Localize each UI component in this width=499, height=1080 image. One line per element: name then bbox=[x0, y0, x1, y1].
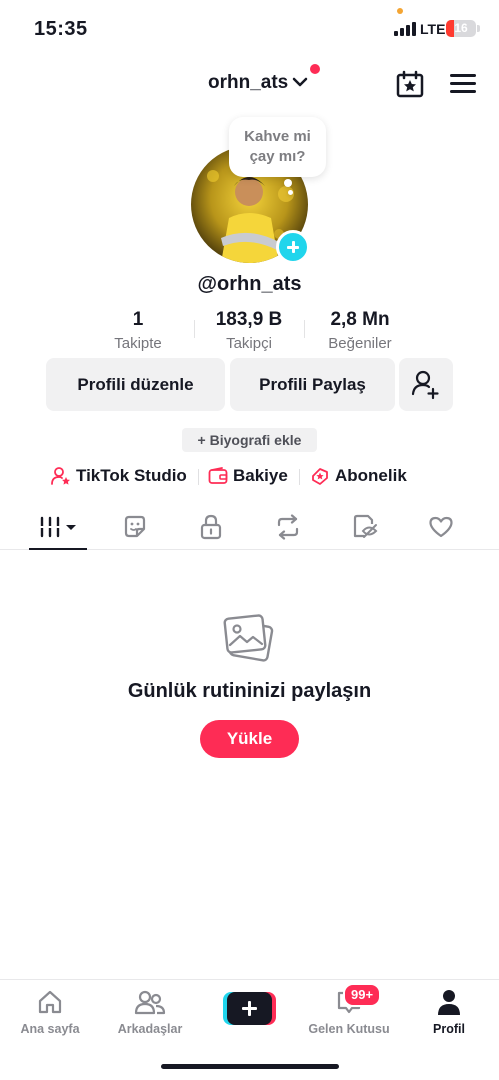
empty-state-title: Günlük rutininizi paylaşın bbox=[127, 680, 372, 702]
stat-value: 1 bbox=[132, 309, 144, 330]
nav-label: Gelen Kutusu bbox=[308, 1022, 390, 1036]
privacy-indicator-dot bbox=[397, 8, 403, 14]
add-friend-button[interactable] bbox=[399, 358, 453, 411]
account-switcher[interactable]: orhn_ats bbox=[208, 72, 288, 94]
stat-label: Takipte bbox=[114, 335, 162, 352]
person-star-icon bbox=[51, 467, 70, 485]
battery-icon: 16 bbox=[446, 20, 476, 37]
tab-active-indicator bbox=[29, 548, 87, 550]
tab-reposts[interactable] bbox=[259, 505, 317, 549]
stat-followers[interactable]: 183,9 B Takipçi bbox=[200, 309, 298, 352]
profile-tabs bbox=[0, 505, 499, 550]
link-label: Abonelik bbox=[335, 466, 407, 485]
stat-following[interactable]: 1 Takipte bbox=[98, 309, 178, 352]
subscription-icon bbox=[312, 468, 328, 485]
tab-liked[interactable] bbox=[412, 505, 470, 549]
link-separator bbox=[299, 469, 300, 485]
stat-label: Beğeniler bbox=[328, 335, 392, 352]
menu-icon[interactable] bbox=[450, 74, 476, 94]
home-icon bbox=[38, 990, 62, 1014]
stat-divider bbox=[194, 320, 195, 338]
calendar-star-icon[interactable] bbox=[396, 70, 424, 98]
profile-links: TikTok Studio Bakiye Abonelik bbox=[0, 463, 499, 489]
stat-value: 183,9 B bbox=[215, 309, 283, 330]
nav-home[interactable]: Ana sayfa bbox=[5, 988, 95, 1036]
add-bio-button[interactable]: + Biyografi ekle bbox=[182, 428, 317, 452]
note-bubble[interactable]: Kahve mi çay mı? bbox=[229, 117, 326, 177]
battery-level: 16 bbox=[454, 21, 468, 35]
link-label: Bakiye bbox=[233, 466, 288, 485]
battery-cap bbox=[477, 25, 480, 32]
subscription-link[interactable]: Abonelik bbox=[310, 463, 407, 489]
nav-label: Profil bbox=[433, 1022, 465, 1036]
stat-label: Takipçi bbox=[226, 335, 272, 352]
link-label: TikTok Studio bbox=[76, 466, 187, 485]
chevron-down-icon[interactable] bbox=[292, 76, 308, 88]
heart-icon bbox=[429, 516, 453, 538]
photos-icon bbox=[223, 614, 274, 662]
tiktok-studio-link[interactable]: TikTok Studio bbox=[51, 463, 187, 489]
inbox-badge: 99+ bbox=[343, 983, 382, 1007]
friends-icon bbox=[134, 990, 166, 1015]
status-bar: 15:35 LTE 16 bbox=[0, 0, 499, 54]
tab-private[interactable] bbox=[182, 505, 240, 549]
nav-label: Ana sayfa bbox=[20, 1022, 80, 1036]
lock-icon bbox=[200, 514, 222, 540]
nav-profile[interactable]: Profil bbox=[404, 988, 494, 1036]
add-story-button[interactable] bbox=[276, 230, 310, 264]
tab-stickers[interactable] bbox=[106, 505, 164, 549]
note-line-1: Kahve mi bbox=[244, 128, 311, 145]
network-type: LTE bbox=[420, 21, 446, 37]
status-time: 15:35 bbox=[34, 18, 88, 40]
nav-label: Arkadaşlar bbox=[117, 1022, 183, 1036]
profile-handle: @orhn_ats bbox=[197, 273, 302, 295]
hidden-eye-icon bbox=[353, 514, 378, 538]
create-button[interactable] bbox=[223, 992, 276, 1025]
create-plus-icon bbox=[227, 992, 272, 1025]
note-bubble-tail bbox=[284, 179, 292, 187]
signal-icon bbox=[394, 22, 416, 36]
grid-bars-icon bbox=[38, 516, 76, 538]
edit-profile-button[interactable]: Profili düzenle bbox=[46, 358, 225, 411]
repost-icon bbox=[277, 514, 299, 540]
profile-header: orhn_ats bbox=[0, 62, 499, 106]
notification-dot bbox=[310, 64, 320, 74]
note-line-2: çay mı? bbox=[249, 148, 306, 165]
profile-icon bbox=[438, 990, 460, 1015]
tab-videos[interactable] bbox=[29, 505, 87, 549]
nav-friends[interactable]: Arkadaşlar bbox=[105, 988, 195, 1036]
sticker-icon bbox=[124, 515, 146, 538]
stat-likes[interactable]: 2,8 Mn Beğeniler bbox=[314, 309, 406, 352]
share-profile-button[interactable]: Profili Paylaş bbox=[230, 358, 395, 411]
link-separator bbox=[198, 469, 199, 485]
balance-link[interactable]: Bakiye bbox=[208, 463, 288, 489]
home-indicator bbox=[161, 1064, 339, 1069]
tab-hidden[interactable] bbox=[336, 505, 394, 549]
add-person-icon bbox=[411, 370, 439, 400]
note-bubble-tail-small bbox=[288, 190, 293, 195]
stat-value: 2,8 Mn bbox=[330, 309, 390, 330]
upload-button[interactable]: Yükle bbox=[200, 720, 299, 758]
stat-divider bbox=[304, 320, 305, 338]
wallet-icon bbox=[208, 467, 228, 484]
